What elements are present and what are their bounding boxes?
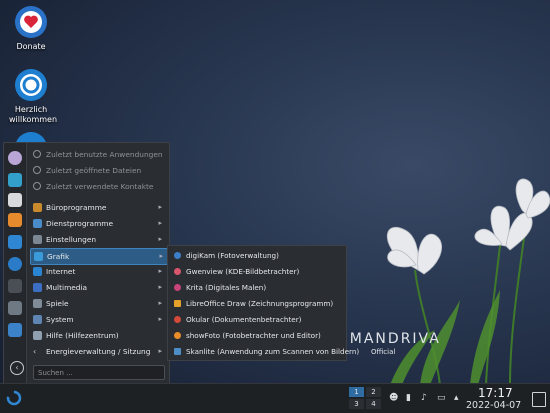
chevron-right-icon: ▸ xyxy=(158,203,162,211)
desktop-3-button[interactable]: 3 xyxy=(349,399,364,409)
submenu-item-gwenview[interactable]: Gwenview (KDE-Bildbetrachter) xyxy=(172,264,344,279)
app-launcher-icon[interactable] xyxy=(6,390,22,406)
chevron-right-icon: ▸ xyxy=(158,315,162,323)
internet-icon xyxy=(33,267,42,276)
submenu-item-showfoto[interactable]: showFoto (Fotobetrachter und Editor) xyxy=(172,328,344,343)
clock-time[interactable]: 17:17 xyxy=(478,386,513,400)
taskbar: 1 2 3 4 ☻ ▮ ♪ ▭ ▴ 17:17 2022-04-07 xyxy=(0,383,550,413)
libreoffice-draw-icon xyxy=(174,300,181,307)
submenu-item-libreoffice-draw[interactable]: LibreOffice Draw (Zeichnungsprogramm) xyxy=(172,296,344,311)
multimedia-icon xyxy=(33,283,42,292)
chevron-right-icon: ▸ xyxy=(158,299,162,307)
desktop-1-button[interactable]: 1 xyxy=(349,387,364,397)
submenu-item-skanlite[interactable]: Skanlite (Anwendung zum Scannen von Bild… xyxy=(172,344,359,359)
chevron-right-icon: ▸ xyxy=(158,347,162,355)
bluetooth-icon[interactable] xyxy=(8,257,22,271)
desktop-2-button[interactable]: 2 xyxy=(366,387,381,397)
menu-item-internet[interactable]: Internet ▸ xyxy=(30,264,166,279)
menu-item-office[interactable]: Büroprogramme ▸ xyxy=(30,200,166,215)
menu-item-recent-contacts[interactable]: Zuletzt verwendete Kontakte xyxy=(30,179,166,194)
graphics-submenu: digiKam (Fotoverwaltung) Gwenview (KDE-B… xyxy=(167,245,359,361)
menu-item-games[interactable]: Spiele ▸ xyxy=(30,296,166,311)
desktop-icon-label: Donate xyxy=(16,42,46,51)
utilities-icon xyxy=(33,219,42,228)
desktop-icon-label: Herzlich willkommen xyxy=(9,105,58,124)
office-icon xyxy=(33,203,42,212)
menu-sidebar: ‹ xyxy=(4,143,27,383)
graphics-icon xyxy=(34,252,43,261)
branding-sub: Official xyxy=(371,348,396,356)
calendar-icon[interactable] xyxy=(532,392,546,407)
menu-item-recent-apps[interactable]: Zuletzt benutzte Anwendungen xyxy=(30,147,166,162)
archive-icon[interactable] xyxy=(8,193,22,207)
menu-item-system[interactable]: System ▸ xyxy=(30,312,166,327)
menu-item-multimedia[interactable]: Multimedia ▸ xyxy=(30,280,166,295)
clock-icon xyxy=(33,166,41,174)
chevron-left-icon: ‹ xyxy=(33,347,37,356)
showfoto-icon xyxy=(174,332,181,339)
usb-device-icon[interactable]: ▮ xyxy=(406,393,411,403)
chevron-right-icon: ▸ xyxy=(158,235,162,243)
menu-item-help[interactable]: Hilfe (Hilfezentrum) xyxy=(30,328,166,343)
network-icon[interactable]: ▭ xyxy=(437,393,446,403)
menu-item-power-session[interactable]: ‹ Energieverwaltung / Sitzung ▸ xyxy=(30,344,166,359)
gwenview-icon xyxy=(174,268,181,275)
menu-item-recent-files[interactable]: Zuletzt geöffnete Dateien xyxy=(30,163,166,178)
chat-icon[interactable] xyxy=(8,173,22,187)
window-icon[interactable] xyxy=(8,235,22,249)
heart-donate-icon xyxy=(15,6,47,38)
expand-tray-icon[interactable]: ▴ xyxy=(454,393,459,403)
submenu-item-okular[interactable]: Okular (Dokumentenbetrachter) xyxy=(172,312,344,327)
skanlite-icon xyxy=(174,348,181,355)
help-icon xyxy=(33,331,42,340)
virtual-desktop-pager: 1 2 3 4 xyxy=(348,386,382,410)
openmandriva-welcome-icon xyxy=(15,69,47,101)
desktop-icon-donate[interactable]: Donate xyxy=(1,6,61,51)
chevron-right-icon: ▸ xyxy=(159,252,163,260)
menu-item-graphics[interactable]: Grafik ▸ xyxy=(30,248,168,265)
office-icon[interactable] xyxy=(8,213,22,227)
menu-item-utilities[interactable]: Dienstprogramme ▸ xyxy=(30,216,166,231)
desktop-icon-welcome[interactable]: Herzlich willkommen xyxy=(1,69,61,125)
chevron-right-icon: ▸ xyxy=(158,219,162,227)
okular-icon xyxy=(174,316,181,323)
chevron-right-icon: ▸ xyxy=(158,267,162,275)
search-input[interactable]: Suchen ... xyxy=(33,365,165,380)
submenu-item-digikam[interactable]: digiKam (Fotoverwaltung) xyxy=(172,248,344,263)
desktop-4-button[interactable]: 4 xyxy=(366,399,381,409)
chevron-right-icon: ▸ xyxy=(158,283,162,291)
krita-icon xyxy=(174,284,181,291)
volume-icon[interactable]: ♪ xyxy=(421,393,427,403)
package-icon[interactable] xyxy=(8,323,22,337)
clock-icon xyxy=(33,182,41,190)
settings-icon[interactable] xyxy=(8,301,22,315)
games-icon xyxy=(33,299,42,308)
application-menu: ‹ Zuletzt benutzte Anwendungen Zuletzt g… xyxy=(3,142,170,384)
clock-date[interactable]: 2022-04-07 xyxy=(466,400,521,411)
digikam-icon xyxy=(174,252,181,259)
system-icon xyxy=(33,315,42,324)
terminal-icon[interactable] xyxy=(8,279,22,293)
settings-icon xyxy=(33,235,42,244)
submenu-item-krita[interactable]: Krita (Digitales Malen) xyxy=(172,280,344,295)
menu-item-settings[interactable]: Einstellungen ▸ xyxy=(30,232,166,247)
back-icon[interactable]: ‹ xyxy=(10,361,24,375)
clock-icon xyxy=(33,150,41,158)
user-avatar-icon[interactable] xyxy=(8,151,22,165)
user-switch-icon[interactable]: ☻ xyxy=(389,393,398,403)
